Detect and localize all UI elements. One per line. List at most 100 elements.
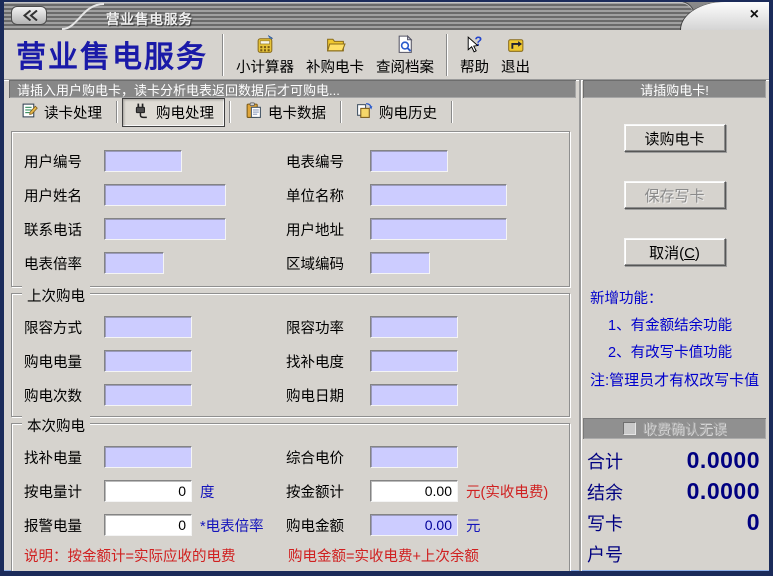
tab-card-data[interactable]: 电卡数据 <box>235 99 336 126</box>
alarm-input[interactable] <box>104 514 192 536</box>
clipboard-icon <box>245 102 262 123</box>
unit-name-label: 单位名称 <box>286 185 370 206</box>
tab-label: 购电历史 <box>379 102 437 123</box>
meter-ratio-label: 电表倍率 <box>24 253 104 274</box>
refund-degree-input[interactable] <box>370 350 458 372</box>
help-button[interactable]: ? 帮助 <box>454 32 495 78</box>
tab-label: 电卡数据 <box>268 102 326 123</box>
side-panel-header: 请插购电卡! <box>583 80 766 98</box>
total-value: 0.0000 <box>649 447 760 474</box>
confirm-bar: 收费确认无误 <box>583 418 766 439</box>
phone-input[interactable] <box>104 218 226 240</box>
help-label: 帮助 <box>460 56 489 77</box>
save-write-button: 保存写卡 <box>624 181 726 209</box>
alarm-note: *电表倍率 <box>200 515 264 536</box>
history-icon <box>356 102 373 123</box>
tab-label: 读卡处理 <box>44 102 102 123</box>
calculator-label: 小计算器 <box>236 56 294 77</box>
basic-info-group: 用户编号 电表编号 用户姓名 单位名称 联系电话 用户地址 <box>11 131 570 287</box>
last-purchase-group: 上次购电 限容方式 限容功率 购电电量 找补电度 购电次数 <box>11 293 570 417</box>
panel-divider <box>579 80 581 571</box>
date-label: 购电日期 <box>286 385 370 406</box>
price-label: 综合电价 <box>286 447 370 468</box>
separator <box>451 101 453 123</box>
folder-icon <box>325 34 346 56</box>
titlebar-swoosh <box>60 2 106 30</box>
user-name-input[interactable] <box>104 184 226 206</box>
cancel-label-suffix: ) <box>695 245 700 262</box>
user-no-input[interactable] <box>104 150 182 172</box>
address-input[interactable] <box>370 218 507 240</box>
write-card-value: 0 <box>649 509 760 536</box>
cancel-hotkey: C <box>684 245 695 262</box>
alarm-label: 报警电量 <box>24 515 104 536</box>
read-card-button[interactable]: 读购电卡 <box>624 124 726 152</box>
header-band: 营业售电服务 小计算器 补购电卡 查阅档案 ? 帮助 <box>4 30 769 80</box>
app-window: 营业售电服务 × 营业售电服务 小计算器 补购电卡 查阅档案 ? <box>0 0 773 576</box>
separator <box>340 101 342 123</box>
app-logo-icon <box>11 6 47 25</box>
total-label: 合计 <box>587 448 649 474</box>
calculator-button[interactable]: 小计算器 <box>230 32 300 78</box>
features-note: 新增功能： 1、有金额结余功能 2、有改写卡值功能 注:管理员才有权改写卡值 <box>583 286 766 394</box>
balance-value: 0.0000 <box>649 478 760 505</box>
exit-label: 退出 <box>501 56 530 77</box>
svg-text:?: ? <box>475 35 483 49</box>
side-panel: 请插购电卡! 读购电卡 保存写卡 取消(C) 新增功能： 1、有金额结余功能 2… <box>583 80 766 571</box>
cancel-label: 取消( <box>649 245 684 262</box>
read-card-icon <box>21 102 38 123</box>
tab-label: 购电处理 <box>156 102 214 123</box>
page-title: 营业售电服务 <box>8 32 216 78</box>
date-input[interactable] <box>370 384 458 406</box>
status-message: 请插入用户购电卡，读卡分析电表返回数据后才可购电... <box>17 80 340 98</box>
account-label: 户号 <box>587 541 649 567</box>
phone-label: 联系电话 <box>24 219 104 240</box>
amount-input[interactable] <box>370 514 458 536</box>
write-card-label: 写卡 <box>587 510 649 536</box>
refund-qty-input[interactable] <box>104 446 192 468</box>
user-no-label: 用户编号 <box>24 151 104 172</box>
group-title: 本次购电 <box>22 415 90 436</box>
archives-label: 查阅档案 <box>376 56 434 77</box>
feature-item: 2、有改写卡值功能 <box>590 340 766 367</box>
by-amount-unit: 元(实收电费) <box>466 481 548 502</box>
by-energy-unit: 度 <box>200 481 215 502</box>
tab-purchase[interactable]: 购电处理 <box>122 98 225 127</box>
count-input[interactable] <box>104 384 192 406</box>
current-purchase-group: 本次购电 找补电量 综合电价 按电量计 度 按金额计 <box>11 423 570 573</box>
refund-qty-label: 找补电量 <box>24 447 104 468</box>
plug-icon <box>133 102 150 123</box>
separator <box>446 34 448 76</box>
buy-card-button[interactable]: 补购电卡 <box>300 32 370 78</box>
meter-no-input[interactable] <box>370 150 448 172</box>
user-name-label: 用户姓名 <box>24 185 104 206</box>
limit-power-label: 限容功率 <box>286 317 370 338</box>
cancel-button[interactable]: 取消(C) <box>624 238 726 266</box>
separator <box>229 101 231 123</box>
by-amount-input[interactable] <box>370 480 458 502</box>
meter-ratio-input[interactable] <box>104 252 164 274</box>
energy-input[interactable] <box>104 350 192 372</box>
group-title: 上次购电 <box>22 285 90 306</box>
confirm-checkbox[interactable] <box>623 422 636 435</box>
amount-unit: 元 <box>466 515 481 536</box>
limit-power-input[interactable] <box>370 316 458 338</box>
archives-button[interactable]: 查阅档案 <box>370 32 440 78</box>
meter-no-label: 电表编号 <box>286 151 370 172</box>
region-code-input[interactable] <box>370 252 430 274</box>
tab-read-card[interactable]: 读卡处理 <box>11 99 112 126</box>
exit-icon <box>505 34 526 56</box>
limit-mode-label: 限容方式 <box>24 317 104 338</box>
separator <box>222 34 224 76</box>
by-energy-input[interactable] <box>104 480 192 502</box>
status-bar: 请插入用户购电卡，读卡分析电表返回数据后才可购电... <box>9 80 576 98</box>
price-input[interactable] <box>370 446 458 468</box>
balance-label: 结余 <box>587 479 649 505</box>
close-button[interactable]: × <box>750 6 759 24</box>
exit-button[interactable]: 退出 <box>495 32 536 78</box>
unit-name-input[interactable] <box>370 184 507 206</box>
limit-mode-input[interactable] <box>104 316 192 338</box>
titlebar[interactable]: 营业售电服务 × <box>4 2 769 30</box>
tab-history[interactable]: 购电历史 <box>346 99 447 126</box>
buy-card-label: 补购电卡 <box>306 56 364 77</box>
